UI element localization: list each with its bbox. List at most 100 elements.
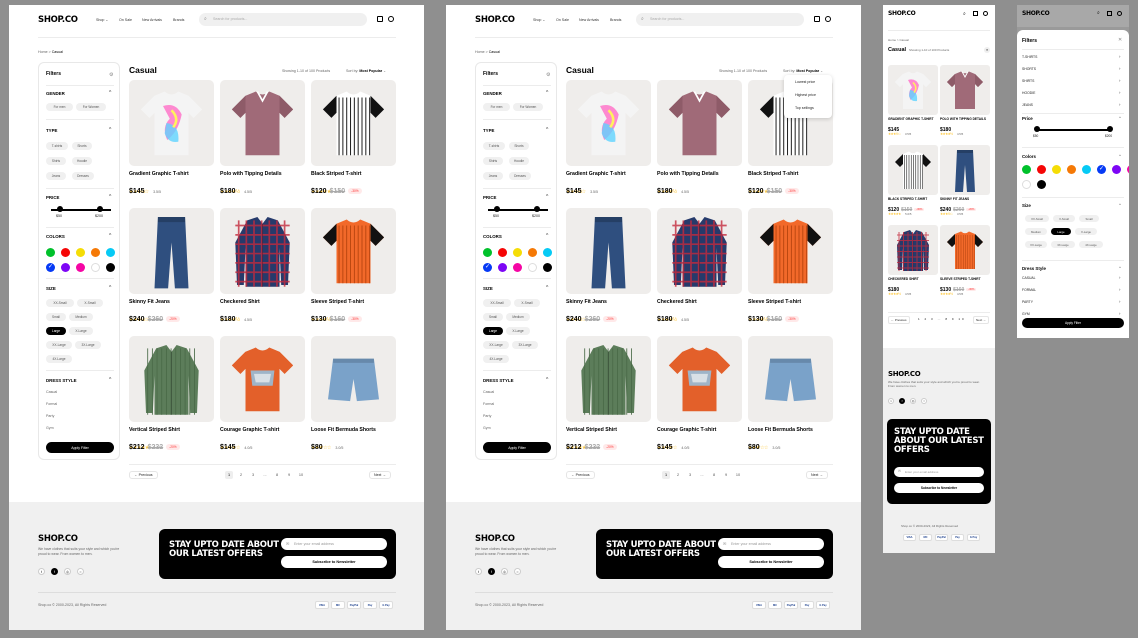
product-name[interactable]: Vertical Striped Shirt (566, 427, 617, 433)
filter-size-xs[interactable]: X-Small (1053, 215, 1075, 222)
cart-icon[interactable] (377, 16, 383, 22)
product-name[interactable]: Skinny Fit Jeans (566, 299, 607, 305)
color-swatch[interactable] (543, 248, 552, 257)
search-input[interactable]: Search for products... (650, 17, 684, 21)
product-image[interactable] (657, 336, 742, 422)
filter-type-hoodie[interactable]: Hoodie (72, 157, 92, 165)
product-image[interactable] (566, 208, 651, 294)
brand-logo[interactable]: SHOP.CO (475, 15, 515, 25)
product-name[interactable]: Black Striped T-shirt (311, 171, 361, 177)
price-slider-min-handle[interactable] (57, 206, 63, 212)
product-image[interactable] (311, 336, 396, 422)
cart-icon[interactable] (1107, 11, 1112, 16)
page-number[interactable]: 10 (297, 471, 305, 479)
chevron-up-icon[interactable]: ^ (109, 127, 111, 133)
product-image[interactable] (748, 208, 833, 294)
page-number[interactable]: 2 (674, 471, 682, 479)
dress-style-option[interactable]: CASUAL (1022, 276, 1036, 280)
product-name[interactable]: Black Striped T-shirt (748, 171, 798, 177)
filter-size-s[interactable]: Small (46, 313, 66, 321)
price-slider-max-handle[interactable] (1107, 126, 1113, 132)
color-swatch[interactable] (1037, 180, 1046, 189)
filter-category[interactable]: T-SHIRTS (1022, 55, 1037, 59)
filter-size-m[interactable]: Medium (506, 313, 530, 321)
search-bar[interactable]: ⌕ Search for products... (199, 13, 367, 26)
dress-style-formal[interactable]: Formal (483, 402, 494, 406)
product-name[interactable]: Polo with Tipping Details (657, 171, 719, 177)
filter-size-l[interactable]: Large (46, 327, 66, 335)
next-page-button[interactable]: Next → (806, 471, 828, 479)
filter-toggle-icon[interactable]: ≡ (984, 47, 990, 53)
filter-type-shirts[interactable]: Shirts (46, 157, 66, 165)
product-image[interactable] (129, 336, 214, 422)
product-name[interactable]: Sleeve Striped T-shirt (748, 299, 801, 305)
page-number[interactable]: 9 (285, 471, 293, 479)
product-name[interactable]: Gradient Graphic T-shirt (566, 171, 626, 177)
product-image[interactable] (220, 208, 305, 294)
apply-filter-button[interactable]: Apply Filter (46, 442, 114, 453)
chevron-right-icon[interactable]: › (1119, 275, 1120, 280)
color-swatch[interactable] (76, 248, 85, 257)
filter-category[interactable]: JEANS (1022, 103, 1033, 107)
product-image[interactable] (220, 336, 305, 422)
chevron-up-icon[interactable]: ^ (1119, 153, 1121, 158)
dress-style-formal[interactable]: Formal (46, 402, 57, 406)
filter-size-xxs[interactable]: XX-Small (1025, 215, 1049, 222)
dress-style-party[interactable]: Party (483, 414, 491, 418)
search-input[interactable]: Search for products... (213, 17, 247, 21)
filter-gender-women[interactable]: For Women (76, 103, 106, 111)
instagram-icon[interactable]: ◎ (910, 398, 916, 404)
filter-settings-icon[interactable]: ⚙ (546, 72, 550, 78)
nav-brands[interactable]: Brands (610, 18, 621, 22)
github-icon[interactable]: ○ (514, 568, 521, 575)
price-slider-max-handle[interactable] (534, 206, 540, 212)
github-icon[interactable]: ○ (77, 568, 84, 575)
product-image[interactable] (220, 80, 305, 166)
nav-shop[interactable]: Shop ⌄ (96, 18, 108, 22)
product-name[interactable]: Courage Graphic T-shirt (657, 427, 716, 433)
color-swatch[interactable] (91, 248, 100, 257)
dress-style-option[interactable]: FORMAL (1022, 288, 1036, 292)
prev-page-button[interactable]: ← Previous (888, 316, 910, 324)
filter-category[interactable]: HOODIE (1022, 91, 1035, 95)
sort-option-top[interactable]: Top sellings (795, 106, 814, 110)
cart-icon[interactable] (814, 16, 820, 22)
product-name[interactable]: Polo with Tipping Details (220, 171, 282, 177)
filter-size-xxl[interactable]: XX-Large (1025, 241, 1047, 248)
facebook-icon[interactable]: f (488, 568, 495, 575)
sort-dropdown[interactable]: Sort by: Most Popular ⌄ (783, 69, 823, 73)
color-swatch[interactable] (513, 263, 522, 272)
filter-size-xxs[interactable]: XX-Small (483, 299, 511, 307)
product-name[interactable]: CHECKERED SHIRT (888, 277, 940, 281)
product-name[interactable]: GRADIENT GRAPHIC T-SHIRT (888, 117, 940, 121)
color-swatch[interactable] (1112, 165, 1121, 174)
filter-size-xl[interactable]: X-Large (1075, 228, 1097, 235)
filter-type-shorts[interactable]: Shorts (509, 142, 529, 150)
breadcrumb-home[interactable]: Home (38, 50, 48, 54)
search-bar[interactable]: ⌕ Search for products... (636, 13, 804, 26)
chevron-up-icon[interactable]: ^ (546, 90, 548, 96)
product-image[interactable] (311, 80, 396, 166)
color-swatch[interactable] (91, 263, 100, 272)
account-icon[interactable] (983, 11, 988, 16)
close-icon[interactable]: ✕ (1118, 37, 1122, 43)
cart-icon[interactable] (973, 11, 978, 16)
chevron-right-icon[interactable]: › (1119, 54, 1120, 59)
product-image[interactable] (888, 225, 938, 275)
chevron-up-icon[interactable]: ^ (109, 90, 111, 96)
product-name[interactable]: SKINNY FIT JEANS (940, 197, 992, 201)
page-number[interactable]: 10 (734, 471, 742, 479)
apply-filter-button[interactable]: Apply Filter (1022, 318, 1124, 328)
product-name[interactable]: SLEEVE STRIPED T-SHIRT (940, 277, 992, 281)
sort-option-highest[interactable]: Highest price (795, 93, 816, 97)
product-image[interactable] (940, 145, 990, 195)
product-image[interactable] (940, 65, 990, 115)
search-icon[interactable]: ⌕ (963, 11, 966, 17)
filter-size-xs[interactable]: X-Small (514, 299, 540, 307)
chevron-up-icon[interactable]: ^ (546, 127, 548, 133)
color-swatch[interactable] (498, 248, 507, 257)
color-swatch[interactable]: ✓ (483, 263, 492, 272)
product-name[interactable]: Checkered Shirt (220, 299, 260, 305)
color-swatch[interactable] (1037, 165, 1046, 174)
brand-logo[interactable]: SHOP.CO (888, 10, 916, 17)
